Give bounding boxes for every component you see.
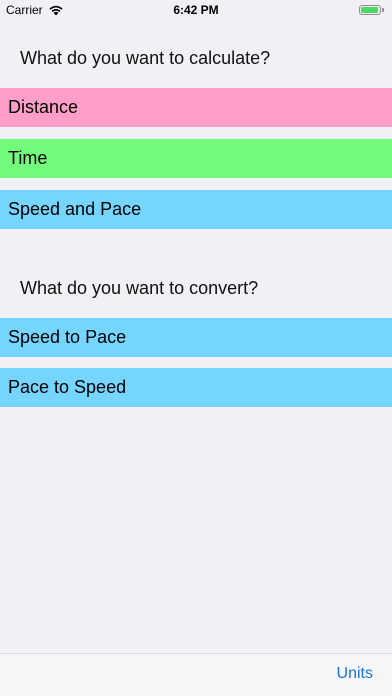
row-distance[interactable]: Distance (0, 88, 392, 127)
row-label: Pace to Speed (8, 377, 127, 397)
battery-level (361, 7, 379, 13)
row-label: Speed to Pace (8, 327, 127, 347)
row-pace-to-speed[interactable]: Pace to Speed (0, 368, 392, 407)
battery-icon (359, 5, 381, 15)
row-time[interactable]: Time (0, 139, 392, 178)
row-speed-and-pace[interactable]: Speed and Pace (0, 190, 392, 229)
status-time: 6:42 PM (173, 3, 219, 17)
app-screen: Carrier 6:42 PM What do you want to calc… (0, 0, 392, 696)
battery-cap (382, 8, 384, 12)
units-button[interactable]: Units (337, 665, 373, 683)
row-label: Speed and Pace (8, 199, 142, 219)
convert-header: What do you want to convert? (20, 278, 259, 298)
bottom-toolbar: Units (0, 653, 392, 696)
row-speed-to-pace[interactable]: Speed to Pace (0, 318, 392, 357)
row-label: Distance (8, 97, 79, 117)
row-label: Time (8, 148, 48, 168)
calculate-header: What do you want to calculate? (20, 48, 271, 68)
status-bar: Carrier 6:42 PM (0, 0, 392, 22)
